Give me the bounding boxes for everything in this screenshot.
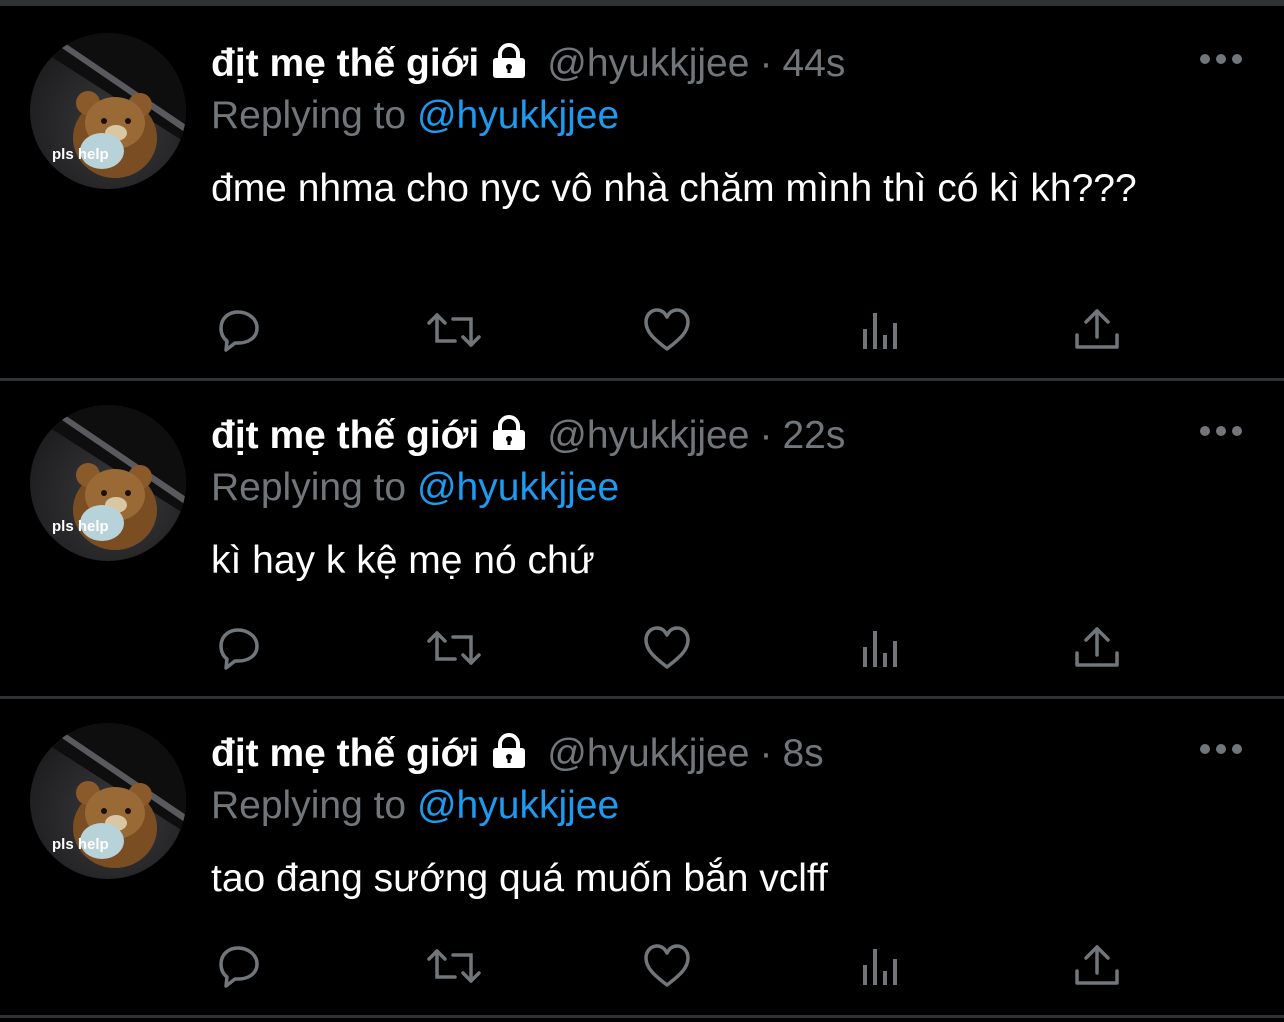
- handle[interactable]: @hyukkjjee: [547, 414, 749, 457]
- reply-icon[interactable]: [213, 623, 263, 673]
- avatar[interactable]: pls help: [30, 33, 186, 189]
- heart-icon[interactable]: [642, 623, 692, 673]
- views-icon[interactable]: [858, 941, 908, 991]
- retweet-icon[interactable]: [427, 941, 481, 991]
- more-icon[interactable]: [1200, 54, 1242, 66]
- avatar-caption: pls help: [52, 836, 109, 853]
- replying-prefix: Replying to: [211, 94, 407, 137]
- avatar-caption: pls help: [52, 518, 109, 535]
- tweet[interactable]: pls help địt mẹ thế giới @hyukkjjee · 22s R…: [0, 372, 1284, 699]
- heart-icon[interactable]: [642, 305, 692, 355]
- replying-to: Replying to @hyukkjjee: [211, 782, 619, 830]
- tweet-header: địt mẹ thế giới @hyukkjjee · 44s: [211, 40, 845, 88]
- tweet[interactable]: pls help địt mẹ thế giới @hyukkjjee · 8s Re…: [0, 690, 1284, 1022]
- views-icon[interactable]: [858, 305, 908, 355]
- display-name[interactable]: địt mẹ thế giới: [211, 42, 479, 85]
- avatar-caption: pls help: [52, 146, 109, 163]
- separator: ·: [759, 732, 773, 775]
- share-icon[interactable]: [1072, 623, 1122, 673]
- handle[interactable]: @hyukkjjee: [547, 732, 749, 775]
- action-bar: [0, 305, 1284, 355]
- action-bar: [0, 941, 1284, 991]
- replying-to: Replying to @hyukkjjee: [211, 92, 619, 140]
- timestamp[interactable]: 44s: [782, 42, 845, 85]
- tweet[interactable]: pls help địt mẹ thế giới @hyukkjjee · 44s R…: [0, 0, 1284, 381]
- share-icon[interactable]: [1072, 941, 1122, 991]
- separator: ·: [759, 42, 773, 85]
- replying-to: Replying to @hyukkjjee: [211, 464, 619, 512]
- more-icon[interactable]: [1200, 744, 1242, 756]
- tweet-divider: [0, 1015, 1284, 1018]
- reply-icon[interactable]: [213, 305, 263, 355]
- replying-handle-link[interactable]: @hyukkjjee: [417, 94, 619, 137]
- tweet-text: đme nhma cho nyc vô nhà chăm mình thì có…: [211, 167, 1137, 210]
- replying-prefix: Replying to: [211, 784, 407, 827]
- replying-handle-link[interactable]: @hyukkjjee: [417, 466, 619, 509]
- separator: ·: [759, 414, 773, 457]
- replying-handle-link[interactable]: @hyukkjjee: [417, 784, 619, 827]
- retweet-icon[interactable]: [427, 623, 481, 673]
- avatar[interactable]: pls help: [30, 723, 186, 879]
- avatar[interactable]: pls help: [30, 405, 186, 561]
- reply-icon[interactable]: [213, 941, 263, 991]
- lock-icon: [489, 733, 529, 781]
- lock-icon: [489, 415, 529, 463]
- avatar-image: [30, 405, 186, 550]
- timestamp[interactable]: 22s: [782, 414, 845, 457]
- tweet-header: địt mẹ thế giới @hyukkjjee · 22s: [211, 412, 845, 460]
- action-bar: [0, 623, 1284, 673]
- replying-prefix: Replying to: [211, 466, 407, 509]
- handle[interactable]: @hyukkjjee: [547, 42, 749, 85]
- more-icon[interactable]: [1200, 426, 1242, 438]
- share-icon[interactable]: [1072, 305, 1122, 355]
- avatar-image: [30, 33, 186, 178]
- timestamp[interactable]: 8s: [782, 732, 823, 775]
- display-name[interactable]: địt mẹ thế giới: [211, 414, 479, 457]
- tweet-text: tao đang sướng quá muốn bắn vclff: [211, 857, 828, 900]
- heart-icon[interactable]: [642, 941, 692, 991]
- lock-icon: [489, 43, 529, 91]
- avatar-image: [30, 723, 186, 868]
- display-name[interactable]: địt mẹ thế giới: [211, 732, 479, 775]
- views-icon[interactable]: [858, 623, 908, 673]
- tweet-text: kì hay k kệ mẹ nó chứ: [211, 539, 595, 582]
- retweet-icon[interactable]: [427, 305, 481, 355]
- tweet-header: địt mẹ thế giới @hyukkjjee · 8s: [211, 730, 824, 778]
